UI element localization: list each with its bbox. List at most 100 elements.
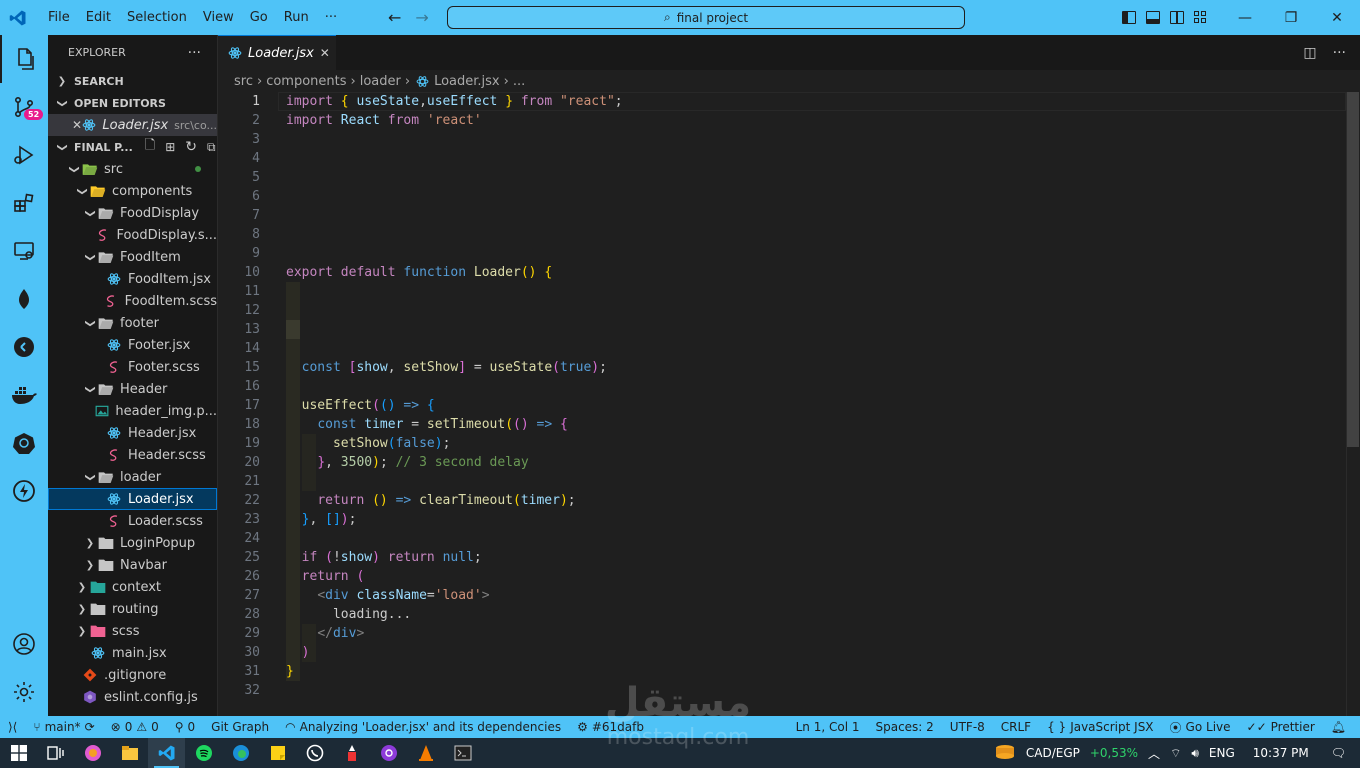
tree-folder[interactable]: ❯ footer — [48, 312, 217, 334]
split-editor-icon[interactable]: ◫ — [1303, 45, 1316, 61]
indentation[interactable]: Spaces: 2 — [867, 720, 941, 734]
tree-file[interactable]: Loader.scss — [48, 510, 217, 532]
task-view-icon[interactable] — [37, 738, 74, 768]
coins-icon[interactable] — [994, 743, 1016, 764]
new-file-icon[interactable]: 🗋 — [145, 136, 155, 158]
command-center[interactable]: ⌕ final project — [447, 6, 965, 29]
mongodb-icon[interactable] — [0, 275, 48, 323]
podcast-icon[interactable] — [370, 738, 407, 768]
tree-file[interactable]: .gitignore — [48, 664, 217, 686]
tree-folder[interactable]: ❯ routing — [48, 598, 217, 620]
breadcrumb-components[interactable]: components — [266, 74, 346, 89]
sticky-notes-icon[interactable] — [259, 738, 296, 768]
breadcrumb-src[interactable]: src — [234, 74, 253, 89]
app-icon[interactable] — [333, 738, 370, 768]
commit-status[interactable]: ⚙ #61dafb — [569, 720, 652, 734]
collapse-all-icon[interactable]: ⧉ — [207, 140, 216, 155]
more-actions-icon[interactable]: ··· — [1333, 45, 1346, 61]
tree-folder[interactable]: ❯ FoodDisplay — [48, 202, 217, 224]
customize-layout-icon[interactable] — [1194, 11, 1208, 24]
tree-file[interactable]: Header.jsx — [48, 422, 217, 444]
menu-go[interactable]: Go — [242, 0, 276, 35]
spotify-icon[interactable] — [185, 738, 222, 768]
file-explorer-icon[interactable] — [111, 738, 148, 768]
tree-folder[interactable]: ❯ loader — [48, 466, 217, 488]
tab-loader-jsx[interactable]: Loader.jsx ✕ — [218, 35, 336, 70]
go-live-button[interactable]: ⦿ Go Live — [1162, 719, 1239, 736]
menu-file[interactable]: File — [40, 0, 78, 35]
tree-file[interactable]: eslint.config.js — [48, 686, 217, 708]
editor-scrollbar[interactable] — [1346, 92, 1360, 716]
tree-file[interactable]: main.jsx — [48, 642, 217, 664]
notifications-bell[interactable]: 🔔︎ — [1323, 720, 1354, 734]
breadcrumb-symbol[interactable]: ... — [513, 74, 525, 89]
remote-explorer-icon[interactable] — [0, 227, 48, 275]
close-icon[interactable]: ✕ — [1314, 0, 1360, 35]
tree-file[interactable]: FoodItem.jsx — [48, 268, 217, 290]
menu-more[interactable]: ··· — [317, 0, 345, 35]
extensions-icon[interactable] — [0, 179, 48, 227]
info-indicator[interactable]: ⚲ 0 — [167, 720, 203, 734]
prettier-status[interactable]: ✓✓ Prettier — [1239, 720, 1323, 734]
volume-icon[interactable]: 🔊︎ — [1191, 746, 1199, 761]
clock-time[interactable]: 10:37 PM — [1253, 746, 1309, 760]
language-mode[interactable]: { } JavaScript JSX — [1039, 720, 1161, 734]
vlc-icon[interactable] — [407, 738, 444, 768]
new-folder-icon[interactable]: ⊞ — [165, 140, 175, 154]
tree-file[interactable]: header_img.p... — [48, 400, 217, 422]
scrollbar-thumb[interactable] — [1347, 92, 1359, 447]
notification-icon[interactable]: 🗨︎ — [1331, 746, 1346, 760]
explorer-icon[interactable] — [0, 35, 48, 83]
tree-folder[interactable]: ❯ FoodItem — [48, 246, 217, 268]
docker-icon[interactable] — [0, 371, 48, 419]
toggle-panel-icon[interactable] — [1146, 11, 1160, 24]
source-control-icon[interactable]: 52 — [0, 83, 48, 131]
line-ending[interactable]: CRLF — [993, 720, 1039, 734]
problems-indicator[interactable]: ⊗ 0 ⚠ 0 — [103, 720, 167, 734]
accounts-icon[interactable] — [0, 620, 48, 668]
vscode-taskbar-icon[interactable] — [148, 738, 185, 768]
search-section[interactable]: ❯ SEARCH — [48, 70, 217, 92]
git-graph-icon[interactable] — [0, 323, 48, 371]
close-icon[interactable]: ✕ — [72, 118, 82, 132]
menu-edit[interactable]: Edit — [78, 0, 119, 35]
tree-folder[interactable]: ❯ context — [48, 576, 217, 598]
toggle-sidebar-icon[interactable] — [1122, 11, 1136, 24]
back-arrow-icon[interactable]: ← — [388, 8, 401, 27]
network-icon[interactable]: ⌔ — [1170, 746, 1181, 761]
project-section[interactable]: ❯ FINAL P... 🗋 ⊞ ↻ ⧉ — [48, 136, 217, 158]
tab-close-icon[interactable]: ✕ — [320, 46, 330, 60]
open-editors-section[interactable]: ❯ OPEN EDITORS — [48, 92, 217, 114]
explorer-more-button[interactable]: ··· — [188, 45, 201, 61]
tree-file[interactable]: Footer.scss — [48, 356, 217, 378]
tree-folder[interactable]: ❯ Header — [48, 378, 217, 400]
breadcrumb-file[interactable]: Loader.jsx — [434, 74, 500, 89]
tree-folder[interactable]: ❯ LoginPopup — [48, 532, 217, 554]
copilot-icon[interactable] — [74, 738, 111, 768]
whatsapp-icon[interactable] — [296, 738, 333, 768]
refresh-icon[interactable]: ↻ — [185, 139, 197, 155]
tree-folder[interactable]: ❯ Navbar — [48, 554, 217, 576]
tree-file[interactable]: Footer.jsx — [48, 334, 217, 356]
remote-indicator[interactable]: ⟩⟨ — [0, 720, 26, 734]
settings-gear-icon[interactable] — [0, 668, 48, 716]
breadcrumb-loader[interactable]: loader — [360, 74, 401, 89]
menu-selection[interactable]: Selection — [119, 0, 195, 35]
run-debug-icon[interactable] — [0, 131, 48, 179]
tree-folder[interactable]: ❯ scss — [48, 620, 217, 642]
code-editor[interactable]: 1 import { useState,useEffect } from "rea… — [218, 92, 1360, 716]
tree-file[interactable]: FoodItem.scss — [48, 290, 217, 312]
tree-file[interactable]: Header.scss — [48, 444, 217, 466]
minimize-icon[interactable]: — — [1222, 0, 1268, 35]
menu-view[interactable]: View — [195, 0, 242, 35]
encoding[interactable]: UTF-8 — [942, 720, 993, 734]
chevron-up-icon[interactable]: ︿ — [1148, 745, 1160, 762]
cursor-position[interactable]: Ln 1, Col 1 — [788, 720, 868, 734]
branch-indicator[interactable]: ⑂ main* ⟳ — [25, 720, 102, 734]
tree-folder[interactable]: ❯ src — [48, 158, 217, 180]
kubernetes-icon[interactable] — [0, 419, 48, 467]
tree-file[interactable]: FoodDisplay.s... — [48, 224, 217, 246]
thunder-client-icon[interactable] — [0, 467, 48, 515]
menu-run[interactable]: Run — [276, 0, 317, 35]
tree-file[interactable]: Loader.jsx — [48, 488, 217, 510]
